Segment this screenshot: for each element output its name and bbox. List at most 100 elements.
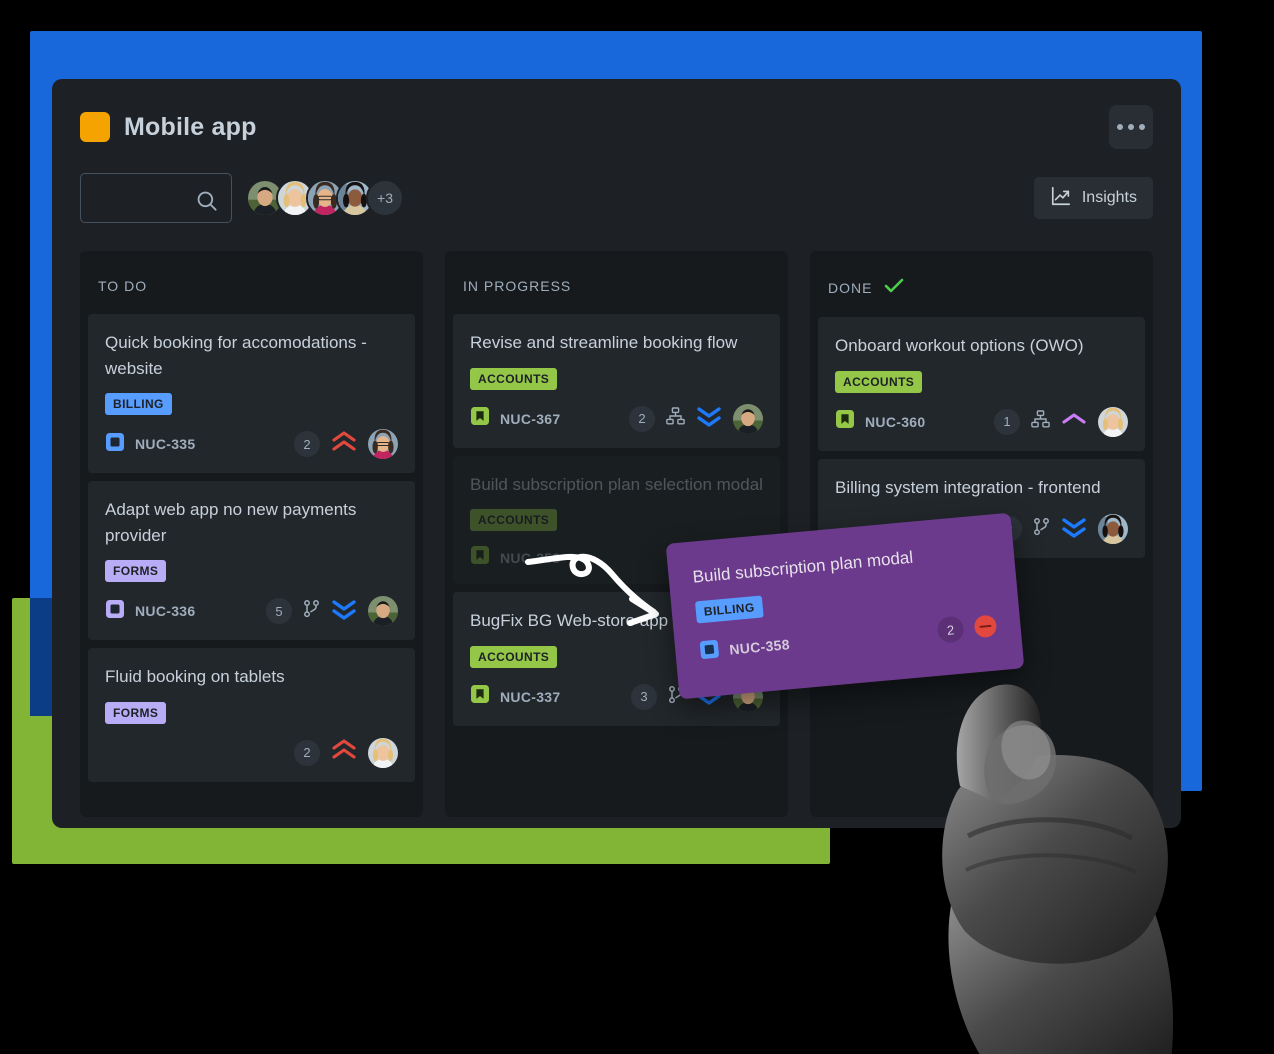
card-title: Revise and streamline booking flow [470, 333, 738, 352]
column-title: TO DO [98, 278, 148, 294]
card-count: 2 [629, 405, 655, 432]
card-tag: ACCOUNTS [470, 367, 558, 390]
dragged-card-footer: NUC-358 2 [698, 612, 998, 665]
card-assignee-avatar[interactable] [1098, 406, 1128, 437]
board-card[interactable]: Adapt web app no new payments provider FO… [88, 481, 415, 640]
priority-low-icon [1061, 515, 1087, 544]
card-title: Adapt web app no new payments provider [105, 500, 357, 545]
card-footer: NUC-367 2 [470, 403, 763, 434]
more-horizontal-icon[interactable] [1109, 105, 1153, 149]
card-meta: 3 [996, 514, 1128, 544]
board-toolbar: +3 Insights [52, 149, 1181, 223]
column-header: IN PROGRESS [445, 251, 788, 314]
task-square-icon [698, 638, 720, 665]
comment-count: 2 [936, 615, 965, 644]
board-column: IN PROGRESS Revise and streamline booking… [445, 251, 788, 817]
card-tag: ACCOUNTS [835, 370, 923, 393]
dot [1117, 124, 1123, 130]
board-card[interactable]: Onboard workout options (OWO) ACCOUNTS NUC… [818, 317, 1145, 451]
card-assignee-avatar[interactable] [368, 429, 398, 459]
card-key-wrap: NUC-358 [470, 545, 560, 570]
card-assignee-avatar[interactable] [368, 596, 398, 626]
card-assignee-avatar[interactable] [368, 737, 398, 768]
board-card[interactable]: Revise and streamline booking flow ACCOUN… [453, 314, 780, 448]
card-footer: NUC-336 5 [105, 596, 398, 626]
avatar-overflow-count[interactable]: +3 [366, 179, 404, 217]
card-footer: NUC-335 2 [105, 429, 398, 459]
column-title: IN PROGRESS [463, 278, 572, 294]
search-box[interactable] [80, 173, 232, 223]
card-assignee-avatar[interactable] [1098, 514, 1128, 544]
story-bookmark-icon [835, 409, 855, 434]
chart-line-up-icon [1050, 185, 1072, 212]
card-tag: FORMS [105, 560, 167, 582]
card-count: 2 [294, 739, 320, 766]
board-card[interactable]: Fluid booking on tablets FORMS 2 [88, 648, 415, 782]
screenshot-stage: Mobile app +3 Insights TO DO Quick booki… [0, 0, 1274, 1054]
card-key: NUC-337 [500, 688, 561, 705]
card-tags: FORMS [105, 560, 398, 582]
card-title: Quick booking for accomodations - websit… [105, 333, 367, 378]
card-title: Onboard workout options (OWO) [835, 336, 1084, 355]
card-title: Build subscription plan selection modal [470, 474, 763, 494]
dragged-card-key-text: NUC-358 [728, 636, 791, 658]
card-tag: FORMS [105, 701, 167, 724]
column-header: DONE [810, 251, 1153, 317]
priority-medium-icon [1061, 411, 1087, 432]
board-column: TO DO Quick booking for accomodations - w… [80, 251, 423, 817]
dot [1128, 124, 1134, 130]
card-title: Billing system integration - frontend [835, 477, 1101, 497]
card-title: Fluid booking on tablets [105, 667, 285, 686]
story-bookmark-icon [470, 406, 490, 431]
branch-icon [1033, 517, 1050, 541]
task-square-icon [105, 432, 125, 457]
story-bookmark-icon [470, 684, 490, 709]
subtask-tree-icon [666, 407, 685, 430]
story-bookmark-icon [470, 545, 490, 570]
card-meta: 2 [294, 737, 398, 768]
insights-button[interactable]: Insights [1033, 177, 1153, 219]
app-header: Mobile app [52, 79, 1181, 149]
dragged-card-tag: BILLING [694, 595, 764, 624]
project-avatar-icon [80, 112, 110, 142]
card-key-wrap: NUC-367 [470, 406, 560, 431]
card-tags: ACCOUNTS [470, 509, 763, 531]
card-tags: ACCOUNTS [835, 370, 1128, 393]
card-key-wrap: NUC-335 [105, 432, 195, 457]
card-key-wrap: NUC-360 [835, 409, 925, 434]
search-icon [194, 188, 220, 219]
card-count: 2 [294, 431, 320, 457]
priority-blocker-icon [973, 614, 998, 639]
card-key: NUC-367 [500, 410, 561, 427]
card-tags: ACCOUNTS [470, 367, 763, 390]
card-assignee-avatar[interactable] [733, 403, 763, 434]
dragged-card-key: NUC-358 [698, 632, 790, 665]
card-tags: BILLING [105, 393, 398, 415]
priority-highest-icon [331, 430, 357, 459]
brand: Mobile app [80, 112, 257, 142]
card-key: NUC-335 [135, 436, 196, 452]
board-card[interactable]: Quick booking for accomodations - websit… [88, 314, 415, 473]
subtask-tree-icon [1031, 410, 1050, 433]
card-key-wrap: NUC-337 [470, 684, 560, 709]
page-title: Mobile app [124, 112, 257, 141]
card-key: NUC-358 [500, 549, 561, 566]
avatar-group[interactable]: +3 [246, 179, 404, 217]
column-title: DONE [828, 279, 873, 296]
task-square-icon [105, 599, 125, 624]
dragged-card[interactable]: Build subscription plan modal BILLING NU… [665, 512, 1025, 700]
kanban-board: TO DO Quick booking for accomodations - w… [52, 223, 1181, 817]
priority-low-icon [696, 404, 722, 433]
card-tag: ACCOUNTS [470, 509, 558, 531]
card-count: 3 [631, 683, 657, 710]
column-header: TO DO [80, 251, 423, 314]
card-tag: ACCOUNTS [470, 645, 558, 668]
card-meta: 1 [994, 406, 1128, 437]
card-tags: FORMS [105, 701, 398, 724]
priority-highest-icon [331, 738, 357, 767]
card-footer: NUC-360 1 [835, 406, 1128, 437]
app-window: Mobile app +3 Insights TO DO Quick booki… [52, 79, 1181, 828]
card-count: 1 [994, 408, 1020, 435]
priority-low-icon [331, 597, 357, 626]
card-tag: BILLING [105, 393, 172, 415]
